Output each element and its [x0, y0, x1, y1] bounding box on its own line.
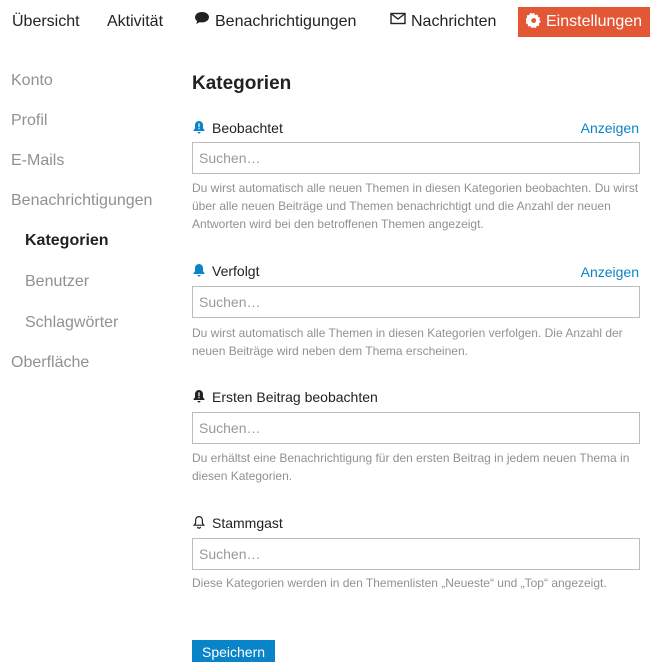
sidebar-item-emails[interactable]: E-Mails — [11, 152, 64, 170]
nav-messages[interactable]: Nachrichten — [390, 7, 496, 37]
bell-icon — [192, 263, 206, 277]
section-watching-first-text: Ersten Beitrag beobachten — [212, 389, 378, 405]
watching-search-input[interactable] — [192, 142, 640, 174]
bell-outline-icon — [192, 515, 206, 530]
speech-bubble-icon — [194, 6, 210, 36]
page-title: Kategorien — [192, 73, 292, 94]
nav-overview[interactable]: Übersicht — [12, 7, 80, 37]
nav-notifications[interactable]: Benachrichtigungen — [194, 7, 356, 37]
sidebar-item-profile[interactable]: Profil — [11, 112, 47, 130]
section-regular-label: Stammgast — [192, 514, 283, 532]
section-watching-first-label: Ersten Beitrag beobachten — [192, 388, 378, 406]
bell-exclamation-icon — [192, 120, 206, 134]
bell-exclamation-icon — [192, 389, 206, 403]
sidebar-item-interface[interactable]: Oberfläche — [11, 354, 89, 372]
section-tracking-label: Verfolgt — [192, 262, 259, 280]
section-tracking-text: Verfolgt — [212, 263, 260, 279]
tracking-description: Du wirst automatisch alle Themen in dies… — [192, 326, 623, 358]
regular-search-input[interactable] — [192, 538, 640, 570]
section-regular-text: Stammgast — [212, 515, 283, 531]
sidebar-item-categories[interactable]: Kategorien — [25, 232, 109, 250]
sidebar-item-account[interactable]: Konto — [11, 72, 53, 90]
section-watching-label: Beobachtet — [192, 119, 283, 137]
nav-settings-label: Einstellungen — [546, 13, 643, 30]
section-watching-text: Beobachtet — [212, 120, 283, 136]
top-nav: Übersicht Aktivität Benachrichtigungen N… — [0, 7, 657, 37]
sidebar-item-notifications[interactable]: Benachrichtigungen — [11, 192, 152, 210]
tracking-search-input[interactable] — [192, 286, 640, 318]
envelope-icon — [390, 6, 406, 36]
nav-activity[interactable]: Aktivität — [107, 7, 163, 37]
watching-first-search-input[interactable] — [192, 412, 640, 444]
sidebar-item-users[interactable]: Benutzer — [25, 273, 89, 291]
watching-description: Du wirst automatisch alle neuen Themen i… — [192, 181, 639, 231]
save-button[interactable]: Speichern — [192, 640, 276, 662]
sidebar-item-tags[interactable]: Schlagwörter — [25, 314, 118, 332]
nav-settings[interactable]: Einstellungen — [518, 7, 651, 37]
nav-activity-label: Aktivität — [107, 13, 164, 30]
watching-first-description: Du erhältst eine Benachrichtigung für de… — [192, 451, 630, 483]
nav-overview-label: Übersicht — [12, 13, 80, 30]
nav-messages-label: Nachrichten — [411, 13, 497, 31]
show-tracking-link[interactable]: Anzeigen — [581, 264, 639, 280]
regular-description: Diese Kategorien werden in den Themenlis… — [192, 576, 607, 590]
gear-icon — [526, 13, 541, 29]
nav-notifications-label: Benachrichtigungen — [215, 13, 357, 31]
show-watching-link[interactable]: Anzeigen — [581, 120, 639, 136]
